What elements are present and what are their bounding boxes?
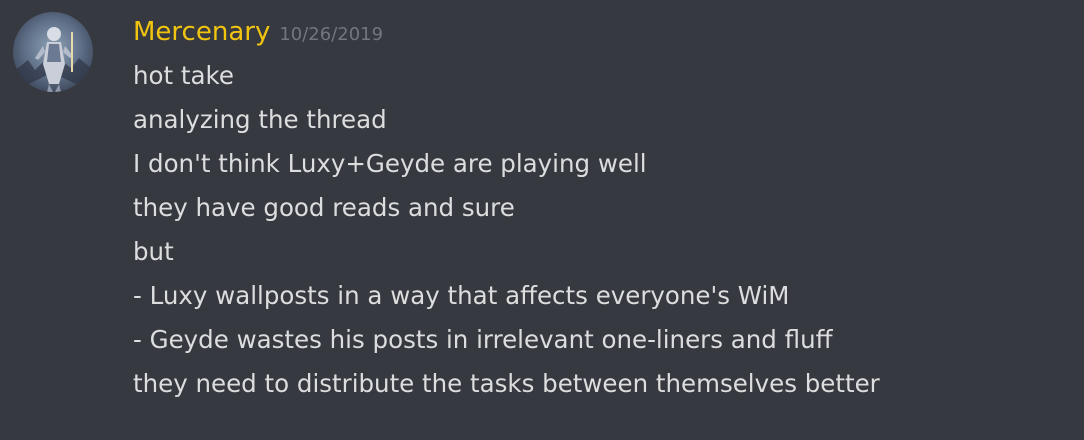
message-line: they need to distribute the tasks betwee… xyxy=(133,369,880,398)
message-content: hot take analyzing the thread I don't th… xyxy=(133,54,1073,406)
message-line: I don't think Luxy+Geyde are playing wel… xyxy=(133,149,647,178)
message-timestamp[interactable]: 10/26/2019 xyxy=(279,24,383,45)
message-line: analyzing the thread xyxy=(133,105,387,134)
message-line: hot take xyxy=(133,61,234,90)
chat-message: Mercenary 10/26/2019 hot take analyzing … xyxy=(0,0,1084,440)
message-header: Mercenary 10/26/2019 xyxy=(133,12,383,52)
message-line: but xyxy=(133,237,174,266)
author-username[interactable]: Mercenary xyxy=(133,12,270,52)
user-avatar-icon[interactable] xyxy=(13,12,93,92)
message-line: they have good reads and sure xyxy=(133,193,515,222)
message-line: - Luxy wallposts in a way that affects e… xyxy=(133,281,790,310)
message-line: - Geyde wastes his posts in irrelevant o… xyxy=(133,325,833,354)
avatar-image xyxy=(13,12,93,92)
